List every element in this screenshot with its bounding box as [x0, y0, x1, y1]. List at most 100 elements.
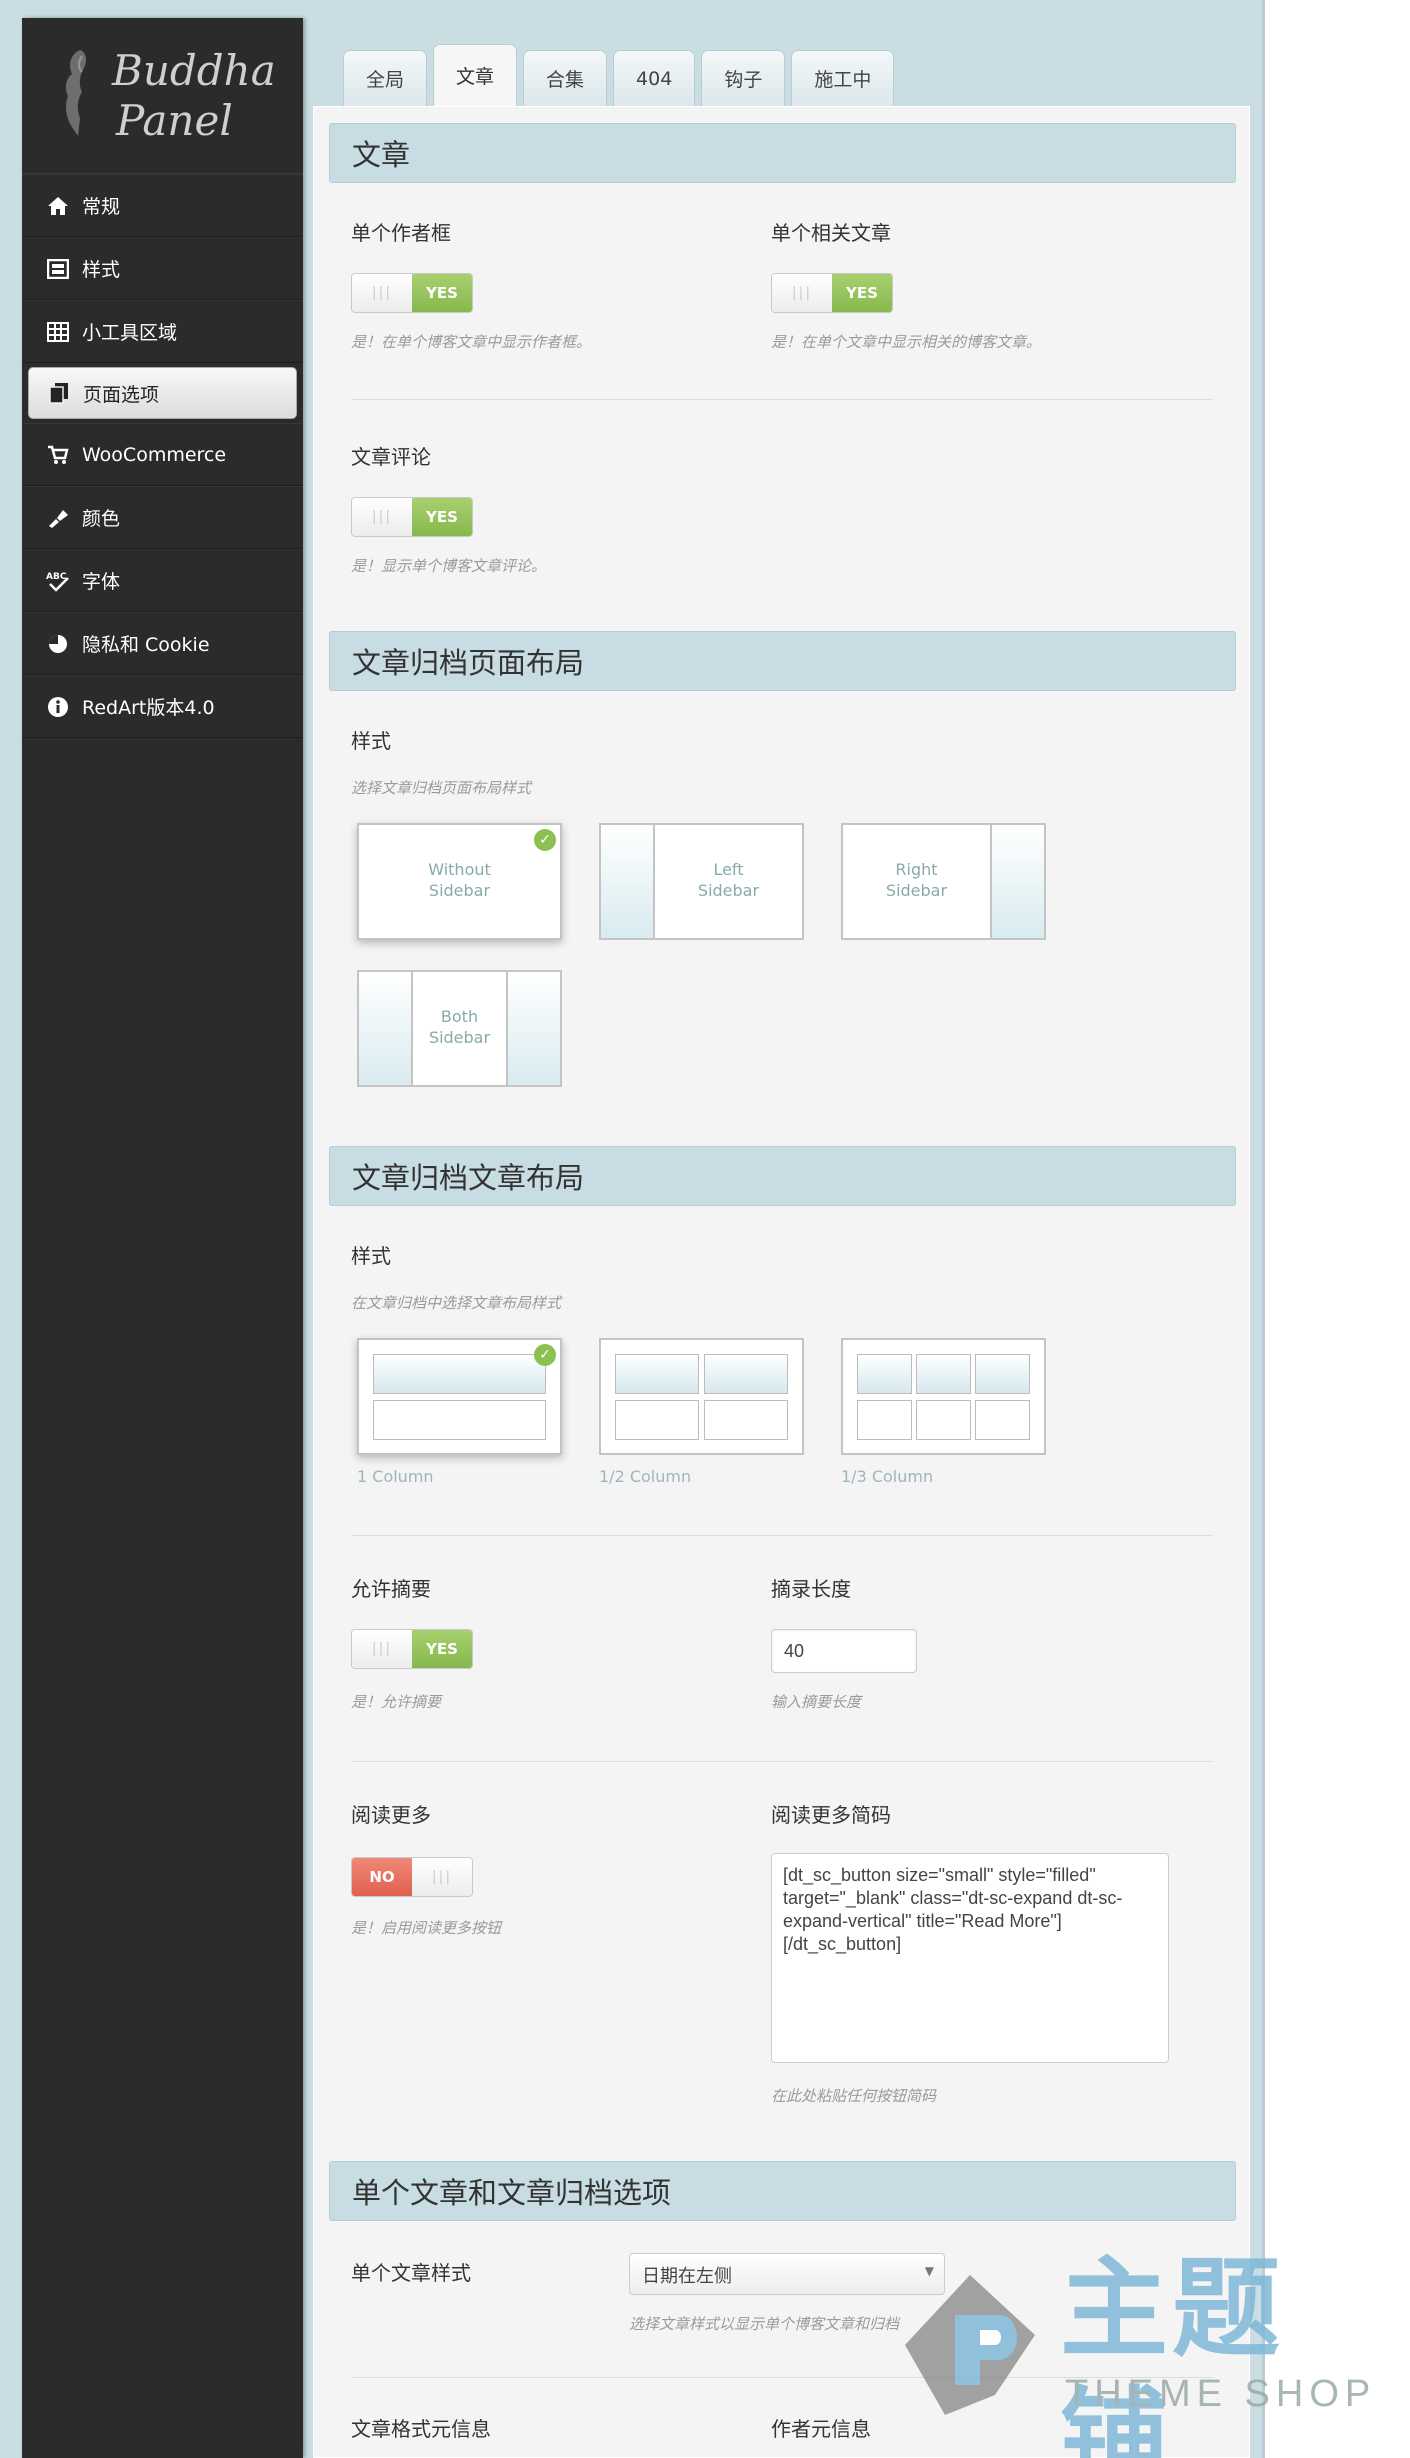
excerpt-length-input[interactable]	[771, 1629, 917, 1673]
sidebar-item-label: 颜色	[82, 508, 121, 530]
svg-text:ABC: ABC	[46, 572, 67, 582]
sidebar-item-general[interactable]: 常规	[22, 174, 303, 237]
sidebar-item-label: 常规	[82, 196, 121, 218]
post-layout-style-label: 样式	[351, 1244, 391, 1268]
divider	[351, 399, 1213, 400]
tab-hooks[interactable]: 钩子	[701, 50, 786, 106]
column-layout-3[interactable]	[841, 1338, 1046, 1455]
sidebar-item-privacy[interactable]: 隐私和 Cookie	[22, 612, 303, 675]
sidebar-item-label: RedArt版本4.0	[82, 697, 215, 719]
layout-cell	[916, 1400, 971, 1440]
single-style-value: 日期在左侧	[642, 2266, 732, 2287]
tab-collection[interactable]: 合集	[523, 50, 608, 106]
check-icon: ✓	[534, 829, 556, 851]
layout-both-sidebar[interactable]: Both Sidebar	[357, 970, 562, 1087]
layout-caption-line1: Without	[428, 860, 491, 879]
divider	[351, 1761, 1213, 1762]
read-more-hint: 是！启用阅读更多按钮	[351, 1919, 502, 1937]
author-box-toggle[interactable]: ||| YES	[351, 273, 473, 313]
shortcode-label: 阅读更多简码	[771, 1803, 891, 1827]
layout-cell	[615, 1354, 699, 1394]
column-layout-2[interactable]	[599, 1338, 804, 1455]
section-title-archive-post-layout: 文章归档文章布局	[329, 1146, 1236, 1206]
watermark-text: 主题铺	[1060, 2247, 1285, 2458]
author-box-label: 单个作者框	[351, 221, 451, 245]
watermark-subtext: THEME SHOP	[1065, 2373, 1377, 2415]
shortcode-hint: 在此处粘贴任何按钮简码	[771, 2087, 937, 2105]
logo: Buddha Panel	[22, 18, 303, 174]
sidebar-item-version[interactable]: RedArt版本4.0	[22, 675, 303, 738]
logo-line2: Panel	[116, 96, 233, 145]
column-layout-1[interactable]: ✓	[357, 1338, 562, 1455]
theme-shop-watermark: 主题铺 THEME SHOP	[885, 2245, 1395, 2458]
layout-cell	[615, 1400, 699, 1440]
layout-cell	[704, 1400, 788, 1440]
excerpt-label: 允许摘要	[351, 1577, 431, 1601]
sidebar-item-page-options[interactable]: 页面选项	[28, 367, 297, 419]
layout-cell	[373, 1400, 546, 1440]
toggle-grip: |||	[772, 274, 832, 312]
excerpt-hint: 是！允许摘要	[351, 1693, 442, 1711]
layout-caption-line1: Both	[440, 1007, 479, 1026]
info-icon	[44, 695, 72, 719]
grid-icon	[44, 320, 72, 344]
sidebar-block	[601, 825, 655, 938]
layout-without-sidebar[interactable]: Without Sidebar ✓	[357, 823, 562, 940]
sidebar-item-style[interactable]: 样式	[22, 237, 303, 300]
layout-caption: Both Sidebar	[413, 1006, 506, 1048]
toggle-grip: |||	[352, 1630, 412, 1668]
toggle-no: NO	[352, 1858, 412, 1896]
related-posts-hint: 是！在单个文章中显示相关的博客文章。	[771, 333, 1042, 351]
layout-right-sidebar[interactable]: Right Sidebar	[841, 823, 1046, 940]
layout-caption-line2: Sidebar	[428, 1028, 491, 1047]
check-icon: ✓	[534, 1344, 556, 1366]
toggle-grip: |||	[412, 1858, 472, 1896]
related-posts-label: 单个相关文章	[771, 221, 891, 245]
sidebar-item-label: 字体	[82, 571, 121, 593]
layout-cell	[373, 1354, 546, 1394]
layout-caption: Without Sidebar	[359, 859, 560, 901]
sidebar-item-woocommerce[interactable]: WooCommerce	[22, 423, 303, 486]
tab-global[interactable]: 全局	[343, 50, 428, 106]
pages-icon	[45, 381, 73, 405]
layout-cell	[704, 1354, 788, 1394]
logo-text: Buddha Panel	[112, 46, 276, 146]
sidebar-block	[359, 972, 413, 1085]
layout-cell	[975, 1400, 1030, 1440]
shortcode-textarea[interactable]: [dt_sc_button size="small" style="filled…	[771, 1853, 1169, 2063]
read-more-toggle[interactable]: NO |||	[351, 1857, 473, 1897]
section-title-posts: 文章	[329, 123, 1236, 183]
toggle-yes: YES	[412, 274, 472, 312]
archive-style-label: 样式	[351, 729, 391, 753]
layout-left-sidebar[interactable]: Left Sidebar	[599, 823, 804, 940]
layout-cell	[857, 1400, 912, 1440]
spellcheck-icon: ABC	[44, 569, 72, 593]
post-layout-style-hint: 在文章归档中选择文章布局样式	[351, 1294, 562, 1312]
toggle-yes: YES	[832, 274, 892, 312]
sidebar-item-label: 页面选项	[83, 383, 160, 406]
sidebar-item-colors[interactable]: 颜色	[22, 486, 303, 549]
toggle-yes: YES	[412, 1630, 472, 1668]
related-posts-toggle[interactable]: ||| YES	[771, 273, 893, 313]
logo-line1: Buddha	[112, 46, 276, 95]
column-caption: 1/3 Column	[841, 1467, 934, 1486]
sidebar-item-label: WooCommerce	[82, 443, 227, 466]
tab-posts[interactable]: 文章	[433, 44, 518, 106]
section-title-archive-layout: 文章归档页面布局	[329, 631, 1236, 691]
sidebar-item-fonts[interactable]: ABC 字体	[22, 549, 303, 612]
column-caption: 1 Column	[357, 1467, 434, 1486]
column-caption: 1/2 Column	[599, 1467, 692, 1486]
excerpt-length-label: 摘录长度	[771, 1577, 851, 1601]
single-style-label: 单个文章样式	[351, 2261, 471, 2285]
sidebar-item-widgets[interactable]: 小工具区域	[22, 300, 303, 363]
layout-caption: Left Sidebar	[655, 859, 802, 901]
comments-toggle[interactable]: ||| YES	[351, 497, 473, 537]
sidebar: Buddha Panel 常规 样式 小工具区域 页面选项 WooCommerc…	[22, 18, 303, 2458]
excerpt-toggle[interactable]: ||| YES	[351, 1629, 473, 1669]
tab-under-construction[interactable]: 施工中	[791, 50, 895, 106]
author-meta-label: 作者元信息	[771, 2417, 871, 2441]
layout-cell	[916, 1354, 971, 1394]
tab-bar: 全局 文章 合集 404 钩子 施工中	[343, 44, 895, 106]
tab-404[interactable]: 404	[613, 50, 696, 106]
single-style-hint: 选择文章样式以显示单个博客文章和归档	[629, 2315, 900, 2333]
